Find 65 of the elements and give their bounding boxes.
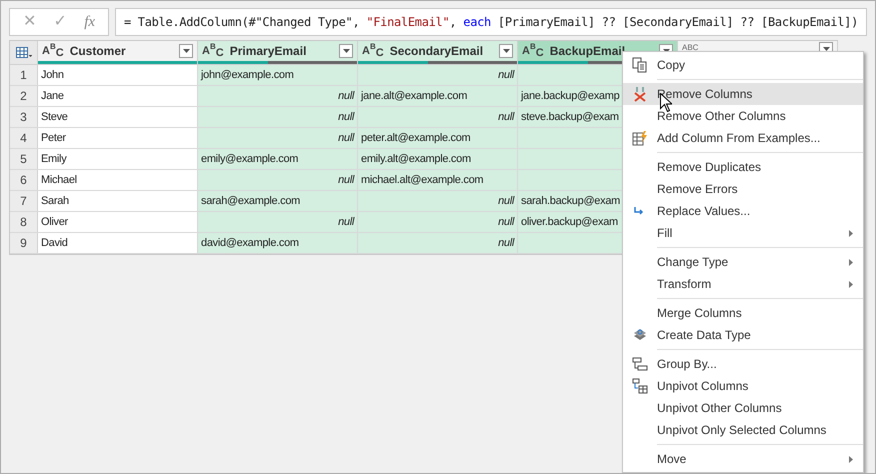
null-cell: null: [198, 107, 358, 127]
table-cell: jane.alt@example.com: [358, 86, 518, 106]
table-cell: david@example.com: [198, 233, 358, 253]
row-number: 8: [10, 212, 38, 232]
menu-item[interactable]: Remove Columns: [623, 83, 863, 105]
copy-icon: [632, 57, 648, 73]
row-number: 4: [10, 128, 38, 148]
menu-item[interactable]: Create Data Type: [623, 324, 863, 346]
menu-item[interactable]: Unpivot Other Columns: [623, 397, 863, 419]
null-cell: null: [358, 212, 518, 232]
column-title: PrimaryEmail: [230, 43, 308, 60]
null-cell: null: [198, 212, 358, 232]
submenu-arrow-icon: [849, 230, 853, 236]
menu-item[interactable]: Unpivot Only Selected Columns: [623, 419, 863, 441]
unpivot-icon: [632, 378, 648, 394]
menu-item[interactable]: Remove Duplicates: [623, 156, 863, 178]
filter-dropdown-button[interactable]: [339, 44, 353, 58]
null-cell: null: [198, 86, 358, 106]
table-icon: [16, 46, 32, 58]
row-number: 7: [10, 191, 38, 211]
table-lightning-icon: [632, 130, 648, 146]
caret-icon: [182, 49, 190, 53]
table-cell: emily@example.com: [198, 149, 358, 169]
table-cell: emily.alt@example.com: [358, 149, 518, 169]
null-cell: null: [198, 170, 358, 190]
table-cell: michael.alt@example.com: [358, 170, 518, 190]
filter-dropdown-button[interactable]: [179, 44, 193, 58]
null-cell: null: [358, 65, 518, 85]
submenu-arrow-icon: [849, 456, 853, 462]
caret-icon: [502, 49, 510, 53]
null-cell: null: [358, 107, 518, 127]
layers-icon: [632, 327, 648, 343]
table-cell: John: [38, 65, 198, 85]
function-button[interactable]: fx: [80, 10, 100, 34]
row-number: 3: [10, 107, 38, 127]
filter-dropdown-button[interactable]: [499, 44, 513, 58]
row-number: 9: [10, 233, 38, 253]
caret-icon: [342, 49, 350, 53]
table-cell: Jane: [38, 86, 198, 106]
null-cell: null: [358, 233, 518, 253]
column-title: Customer: [70, 43, 127, 60]
text-type-icon: ABC: [682, 44, 698, 52]
submenu-arrow-icon: [849, 280, 853, 288]
menu-item[interactable]: Merge Columns: [623, 302, 863, 324]
row-number: 2: [10, 86, 38, 106]
table-menu-button[interactable]: [10, 41, 38, 64]
menu-item[interactable]: Unpivot Columns: [623, 375, 863, 397]
table-cell: john@example.com: [198, 65, 358, 85]
group-by-icon: [632, 356, 648, 372]
row-number: 6: [10, 170, 38, 190]
menu-item[interactable]: Transform: [623, 273, 863, 295]
table-cell: sarah@example.com: [198, 191, 358, 211]
menu-item[interactable]: Move: [623, 448, 863, 470]
delete-x-icon: [632, 86, 648, 102]
submenu-arrow-icon: [849, 258, 853, 266]
row-number: 5: [10, 149, 38, 169]
menu-item[interactable]: Group By...: [623, 353, 863, 375]
menu-item[interactable]: Change Type: [623, 251, 863, 273]
null-cell: null: [358, 191, 518, 211]
menu-item[interactable]: Add Column From Examples...: [623, 127, 863, 149]
formula-field[interactable]: = Table.AddColumn(#"Changed Type", "FinalEmail", each [PrimaryEmail] ?? [SecondaryEmail] ?? [BackupEmail]): [114, 8, 867, 36]
row-number: 1: [10, 65, 38, 85]
null-cell: null: [198, 128, 358, 148]
table-cell: peter.alt@example.com: [358, 128, 518, 148]
column-title: SecondaryEmail: [390, 43, 484, 60]
